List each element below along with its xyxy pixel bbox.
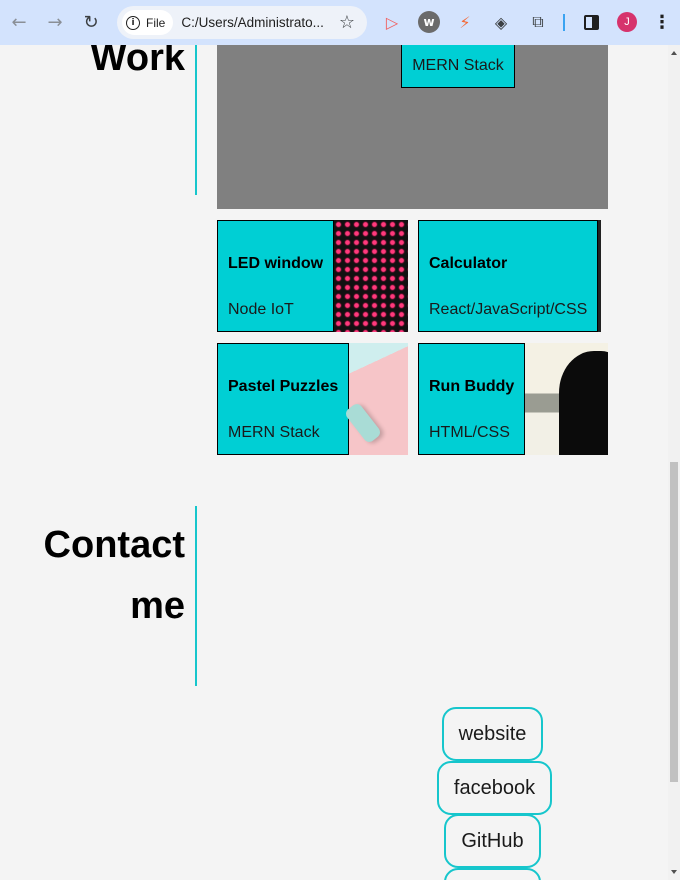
extension-orange-icon[interactable]: ⚡ — [454, 11, 476, 33]
contact-divider — [195, 506, 197, 686]
site-info-chip[interactable]: i File — [122, 10, 174, 35]
scrollbar-thumb[interactable] — [670, 462, 678, 782]
project-card-calculator[interactable]: Calculator React/JavaScript/CSS — [418, 220, 608, 332]
scroll-down-arrow-icon[interactable] — [671, 870, 677, 874]
profile-avatar[interactable]: J — [617, 12, 637, 32]
contact-heading-line1: Contact — [43, 524, 185, 566]
project-image-led — [334, 220, 408, 332]
info-icon: i — [126, 15, 140, 30]
project-tech: React/JavaScript/CSS — [429, 301, 588, 318]
extension-w-icon[interactable]: w — [418, 11, 440, 33]
browser-toolbar: ← → ↻ i File C:/Users/Administrato... ☆ … — [0, 0, 680, 45]
featured-project[interactable]: MERN Stack — [217, 45, 608, 209]
project-card-run-buddy[interactable]: Run Buddy HTML/CSS — [418, 343, 608, 455]
project-title: Run Buddy — [429, 378, 515, 395]
side-panel-button[interactable] — [580, 11, 602, 33]
project-image-calculator — [598, 220, 608, 332]
runner-silhouette-image — [559, 351, 608, 455]
project-info: Pastel Puzzles MERN Stack — [217, 343, 349, 455]
project-tech: Node IoT — [228, 301, 294, 318]
bookmark-star-icon[interactable]: ☆ — [339, 12, 355, 33]
address-bar[interactable]: i File C:/Users/Administrato... ☆ — [117, 6, 367, 39]
reload-button[interactable]: ↻ — [73, 5, 109, 41]
project-info: LED window Node IoT — [217, 220, 334, 332]
work-divider — [195, 45, 197, 195]
project-card-pastel-puzzles[interactable]: Pastel Puzzles MERN Stack — [217, 343, 408, 455]
browser-menu-icon[interactable]: ⋮ — [652, 10, 672, 34]
page-viewport: Work MERN Stack LED window Node IoT Calc… — [0, 45, 668, 880]
github-link-button[interactable]: GitHub — [444, 814, 541, 868]
url-text[interactable]: C:/Users/Administrato... — [181, 15, 329, 30]
project-tech: MERN Stack — [228, 424, 320, 441]
website-link-button[interactable]: website — [442, 707, 543, 761]
project-card-led-window[interactable]: LED window Node IoT — [217, 220, 408, 332]
extensions-puzzle-icon[interactable]: ⧉ — [527, 11, 549, 33]
page-scrollbar[interactable] — [668, 45, 680, 880]
project-title: LED window — [228, 255, 324, 272]
project-info: Run Buddy HTML/CSS — [418, 343, 525, 455]
file-label: File — [146, 15, 166, 30]
arrow-left-icon: ← — [11, 12, 27, 33]
project-title: Calculator — [429, 255, 508, 272]
extension-cast-icon[interactable]: ▷ — [381, 11, 403, 33]
project-image-pastel — [343, 343, 408, 455]
toy-car-image — [343, 401, 383, 445]
contact-heading-line2: me — [130, 585, 185, 627]
project-title: Pastel Puzzles — [228, 378, 339, 395]
work-heading: Work — [90, 45, 185, 79]
back-button[interactable]: ← — [1, 5, 37, 41]
forward-button[interactable]: → — [37, 5, 73, 41]
featured-project-tech: MERN Stack — [401, 45, 515, 88]
extension-layers-icon[interactable]: ◈ — [490, 11, 512, 33]
arrow-right-icon: → — [47, 12, 63, 33]
project-image-run-buddy — [525, 343, 608, 455]
reload-icon: ↻ — [83, 12, 99, 33]
project-tech: HTML/CSS — [429, 424, 510, 441]
facebook-link-button[interactable]: facebook — [437, 761, 552, 815]
side-panel-icon — [583, 14, 599, 30]
contact-heading: Contact me — [44, 515, 185, 637]
contact-link-button[interactable] — [444, 868, 541, 880]
toolbar-divider — [563, 14, 565, 31]
scroll-up-arrow-icon[interactable] — [671, 51, 677, 55]
project-info: Calculator React/JavaScript/CSS — [418, 220, 598, 332]
